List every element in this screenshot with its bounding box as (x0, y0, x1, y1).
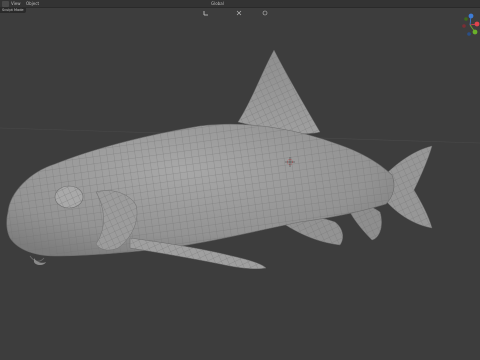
view3d-icon[interactable] (2, 1, 9, 7)
mode-indicator[interactable]: Sculpt Mode (0, 8, 26, 13)
dorsal-fin (237, 49, 321, 134)
proportional-edit-icon[interactable] (262, 1, 268, 16)
fish-mesh[interactable] (0, 0, 480, 360)
transform-orientation-icon[interactable] (203, 1, 209, 16)
3d-viewport[interactable]: View Object Global Sculpt Mode (0, 0, 480, 360)
snap-icon[interactable] (236, 1, 242, 16)
transform-orientation-select[interactable]: Global (211, 0, 224, 8)
viewport-header: View Object Global (0, 0, 480, 16)
navigation-gizmo-icon[interactable] (460, 10, 480, 40)
menu-view[interactable]: View (11, 0, 21, 8)
menu-object[interactable]: Object (26, 0, 39, 8)
